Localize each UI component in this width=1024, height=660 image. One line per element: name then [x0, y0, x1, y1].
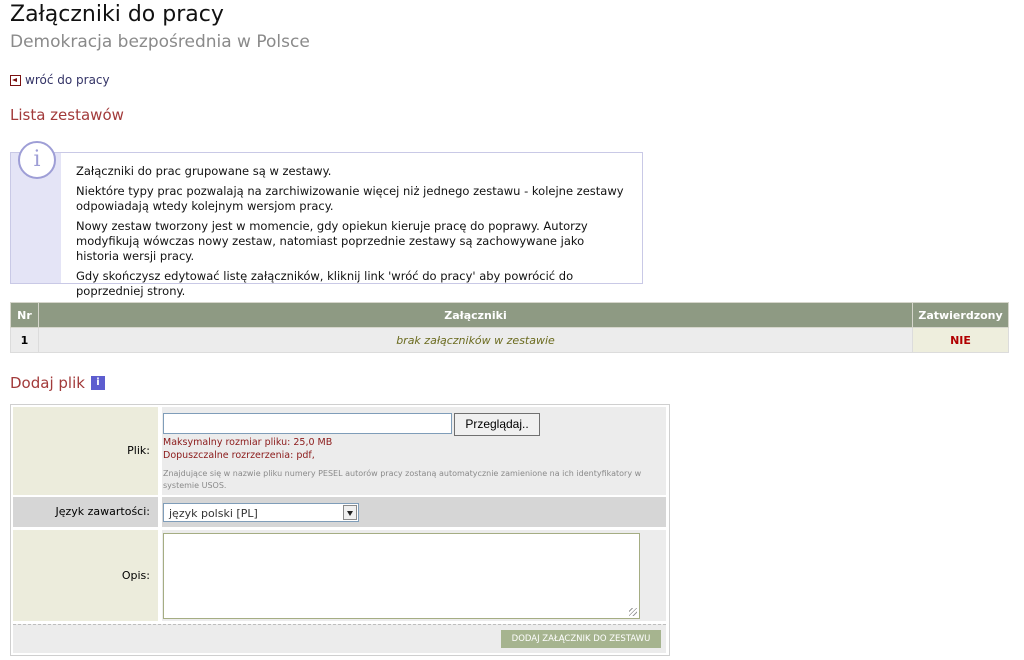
language-select[interactable]: język polski [PL]	[163, 503, 359, 522]
file-field-cell: Przeglądaj.. Maksymalny rozmiar pliku: 2…	[162, 407, 666, 495]
info-text: Załączniki do prac grupowane są w zestaw…	[76, 164, 626, 304]
add-file-title: Dodaj plik	[10, 374, 85, 392]
chevron-down-icon[interactable]	[343, 505, 357, 520]
attachments-table: Nr Załączniki Zatwierdzony 1 brak załącz…	[10, 302, 1009, 353]
column-header-approved: Zatwierdzony	[912, 302, 1009, 328]
description-label-cell: Opis:	[13, 530, 158, 621]
info-paragraph: Załączniki do prac grupowane są w zestaw…	[76, 164, 332, 178]
file-label: Plik:	[127, 444, 150, 457]
page-title: Załączniki do pracy	[10, 2, 224, 27]
info-paragraph: Niektóre typy prac pozwalają na zarchiwi…	[76, 184, 624, 213]
browse-button[interactable]: Przeglądaj..	[454, 413, 540, 436]
back-arrow-icon	[10, 74, 21, 86]
table-row: 1 brak załączników w zestawie NIE	[10, 327, 1009, 353]
info-paragraph: Gdy skończysz edytować listę załączników…	[76, 269, 574, 298]
column-header-attachments: Załączniki	[38, 302, 913, 328]
add-attachment-button[interactable]: DODAJ ZAŁĄCZNIK DO ZESTAWU	[501, 630, 661, 648]
language-field-cell: język polski [PL]	[162, 497, 666, 527]
info-box: i Załączniki do prac grupowane są w zest…	[10, 141, 643, 298]
language-label-cell: Język zawartości:	[13, 497, 158, 527]
column-header-nr: Nr	[10, 302, 39, 328]
back-to-work-link[interactable]: wróć do pracy	[10, 73, 110, 87]
sets-list-heading: Lista zestawów	[10, 106, 124, 124]
language-select-value: język polski [PL]	[169, 507, 258, 520]
description-field-cell	[162, 530, 666, 621]
description-textarea[interactable]	[163, 533, 640, 619]
form-footer: DODAJ ZAŁĄCZNIK DO ZESTAWU	[13, 624, 666, 653]
info-paragraph: Nowy zestaw tworzony jest w momencie, gd…	[76, 219, 588, 263]
file-label-cell: Plik:	[13, 407, 158, 495]
row-nr: 1	[10, 327, 39, 353]
max-file-size-note: Maksymalny rozmiar pliku: 25,0 MB	[163, 437, 333, 448]
pesel-note: Znajdujące się w nazwie pliku numery PES…	[163, 469, 642, 490]
file-path-input[interactable]	[163, 413, 452, 434]
row-attachments: brak załączników w zestawie	[38, 327, 913, 353]
resize-grip-icon[interactable]	[629, 608, 637, 616]
page-subtitle: Demokracja bezpośrednia w Polsce	[10, 32, 310, 52]
row-approved-status: NIE	[912, 327, 1009, 353]
info-icon[interactable]: i	[90, 376, 105, 390]
back-link-label: wróć do pracy	[25, 73, 110, 87]
language-label: Język zawartości:	[55, 505, 150, 518]
add-file-heading: Dodaj plik i	[10, 374, 105, 392]
allowed-extensions-note: Dopuszczalne rozrzerzenia: pdf,	[163, 450, 315, 461]
table-header-row: Nr Załączniki Zatwierdzony	[10, 302, 1009, 328]
add-file-form: Plik: Przeglądaj.. Maksymalny rozmiar pl…	[10, 404, 670, 656]
info-icon: i	[18, 141, 56, 179]
description-label: Opis:	[121, 569, 150, 582]
